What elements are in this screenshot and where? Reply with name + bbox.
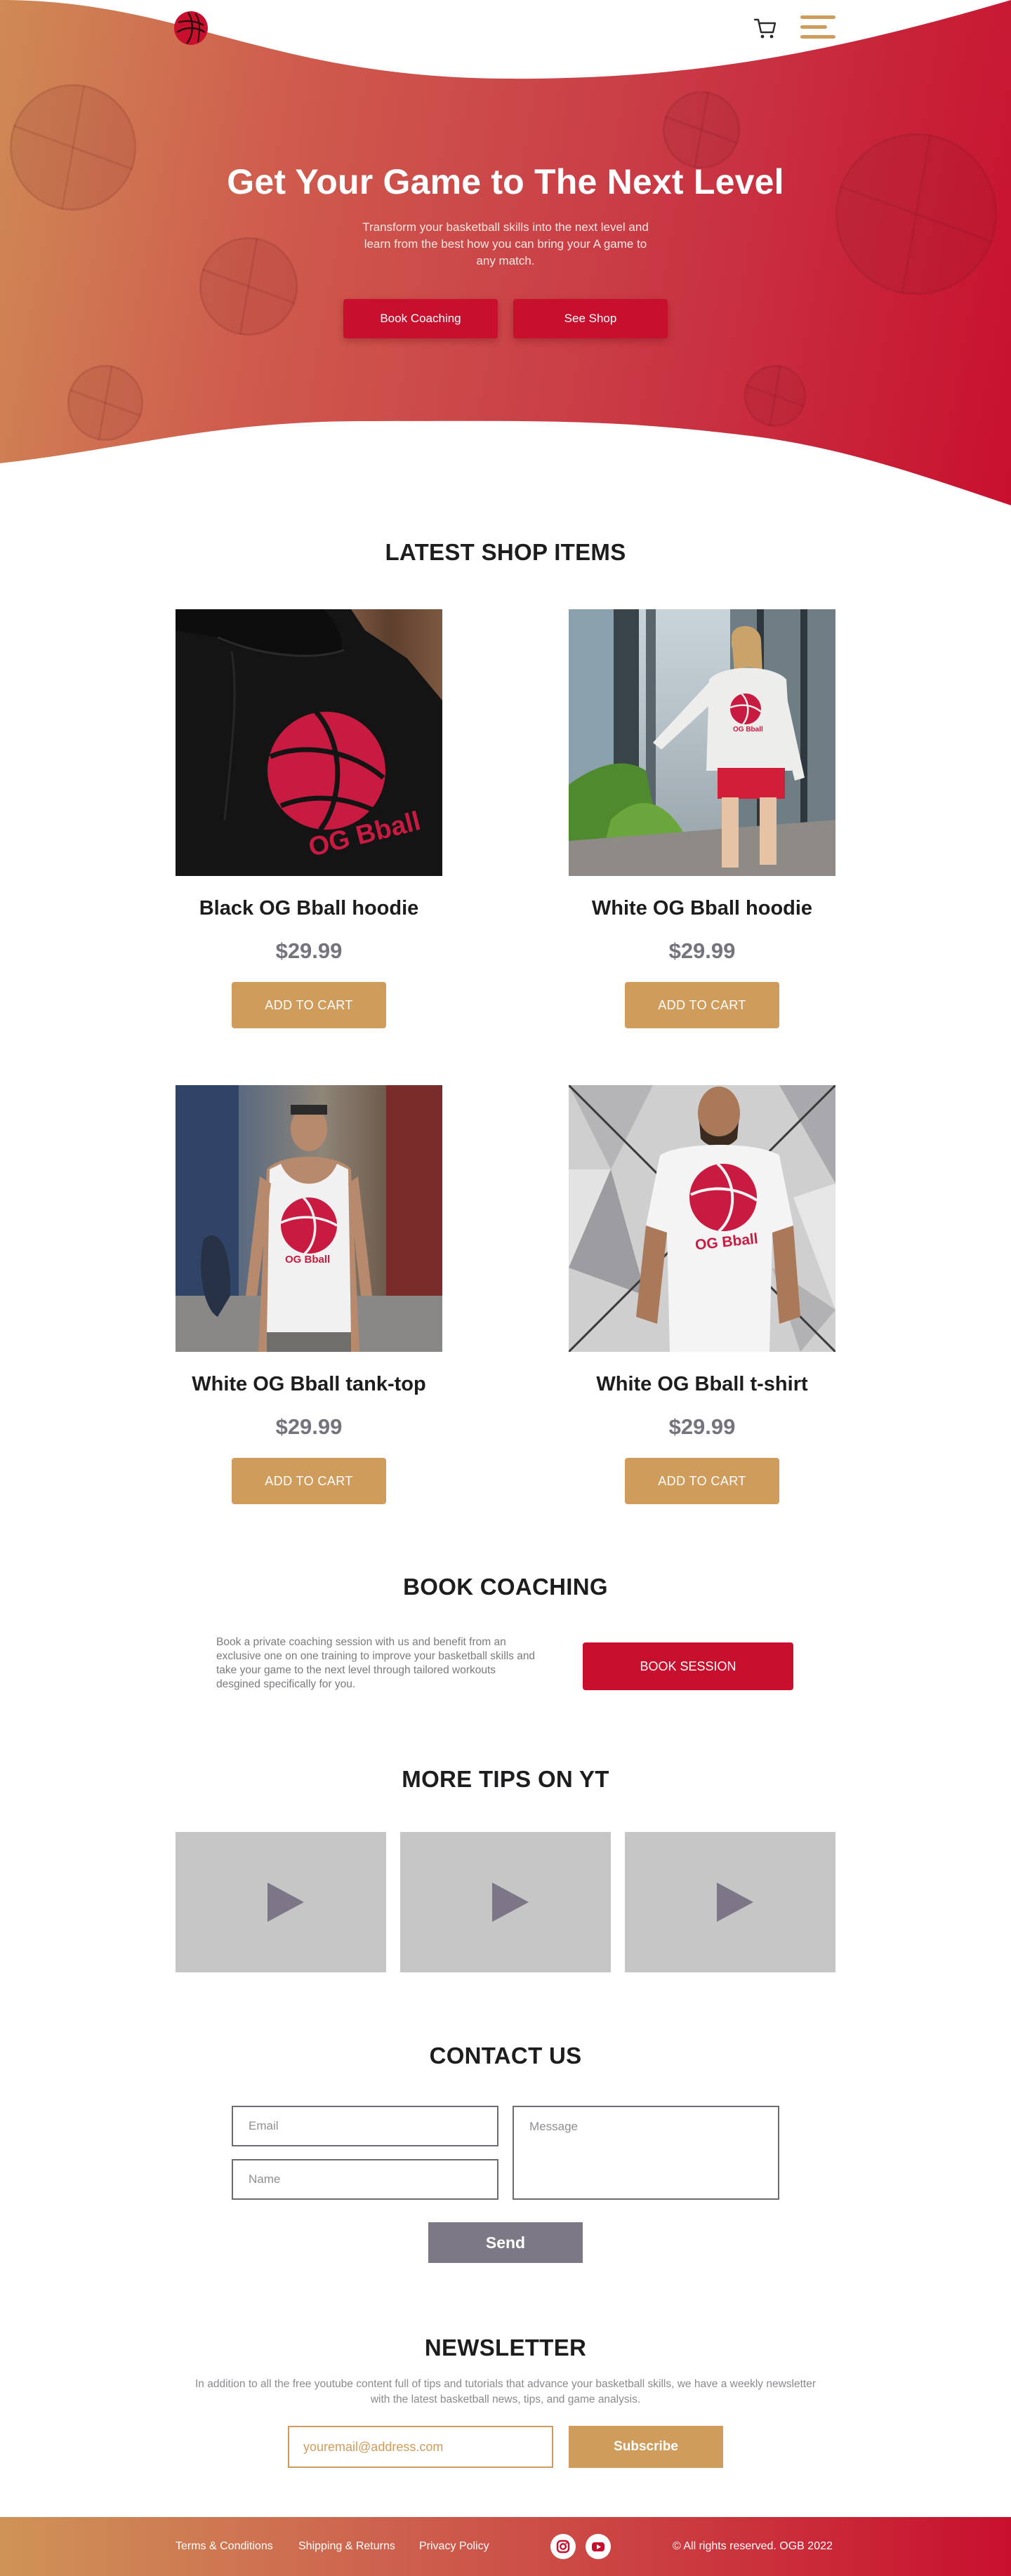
- video-thumbnail[interactable]: [176, 1832, 386, 1972]
- shop-section-title: LATEST SHOP ITEMS: [385, 539, 626, 565]
- book-coaching-button[interactable]: Book Coaching: [343, 299, 498, 338]
- copyright-text: © All rights reserved. OGB 2022: [673, 2540, 833, 2552]
- add-to-cart-button[interactable]: ADD TO CART: [625, 1458, 779, 1504]
- email-field[interactable]: [232, 2106, 498, 2146]
- send-button[interactable]: Send: [428, 2222, 583, 2263]
- play-icon[interactable]: [492, 1883, 529, 1922]
- video-thumbnail[interactable]: [400, 1832, 611, 1972]
- see-shop-button[interactable]: See Shop: [513, 299, 668, 338]
- product-image[interactable]: OG Bball: [176, 609, 442, 876]
- product-print-text: OG Bball: [285, 1254, 331, 1266]
- product-card: OG Bball Black OG Bball hoodie $29.99 AD…: [176, 609, 442, 1028]
- product-name: Black OG Bball hoodie: [199, 897, 419, 919]
- videos-section-title: MORE TIPS ON YT: [402, 1766, 609, 1792]
- hero-subtitle: Transform your basketball skills into th…: [362, 220, 649, 267]
- footer-link-terms[interactable]: Terms & Conditions: [176, 2540, 273, 2553]
- product-print-text: OG Bball: [733, 726, 763, 733]
- product-image[interactable]: OG Bball: [569, 609, 835, 876]
- name-field[interactable]: [232, 2159, 498, 2200]
- hero-title: Get Your Game to The Next Level: [227, 162, 784, 201]
- page: Get Your Game to The Next Level Transfor…: [0, 0, 1011, 2576]
- footer-link-privacy[interactable]: Privacy Policy: [419, 2540, 489, 2553]
- coaching-section-title: BOOK COACHING: [403, 1574, 608, 1600]
- add-to-cart-button[interactable]: ADD TO CART: [625, 982, 779, 1028]
- hero-button-group: Book Coaching See Shop: [0, 299, 1011, 338]
- hamburger-menu-icon[interactable]: [800, 14, 835, 39]
- product-image[interactable]: OG Bball: [176, 1085, 442, 1352]
- product-card: OG Bball White OG Bball t-shirt $29.99 A…: [569, 1085, 835, 1504]
- youtube-icon[interactable]: [586, 2534, 611, 2559]
- newsletter-description: In addition to all the free youtube cont…: [194, 2378, 816, 2405]
- hero-content: Get Your Game to The Next Level Transfor…: [0, 161, 1011, 338]
- coaching-description: Book a private coaching session with us …: [216, 1636, 536, 1690]
- message-field[interactable]: [513, 2106, 779, 2200]
- instagram-icon[interactable]: [550, 2534, 576, 2559]
- book-session-button[interactable]: BOOK SESSION: [583, 1642, 793, 1690]
- add-to-cart-button[interactable]: ADD TO CART: [232, 1458, 386, 1504]
- footer-link-shipping[interactable]: Shipping & Returns: [298, 2540, 395, 2553]
- play-icon[interactable]: [717, 1883, 753, 1922]
- newsletter-email-input[interactable]: [288, 2426, 553, 2468]
- footer: Terms & Conditions Shipping & Returns Pr…: [0, 2517, 1011, 2576]
- contact-section-title: CONTACT US: [429, 2043, 582, 2069]
- product-name: White OG Bball tank-top: [192, 1373, 426, 1395]
- play-icon[interactable]: [267, 1883, 304, 1922]
- top-navigation: [0, 0, 1011, 56]
- shopping-cart-icon[interactable]: [753, 15, 778, 41]
- hero-section: Get Your Game to The Next Level Transfor…: [0, 0, 1011, 505]
- newsletter-section-title: NEWSLETTER: [424, 2335, 587, 2361]
- basketball-logo-icon[interactable]: [174, 11, 208, 45]
- product-price: $29.99: [668, 938, 736, 963]
- product-name: White OG Bball t-shirt: [596, 1373, 808, 1395]
- product-image[interactable]: OG Bball: [569, 1085, 835, 1352]
- add-to-cart-button[interactable]: ADD TO CART: [232, 982, 386, 1028]
- product-name: White OG Bball hoodie: [591, 897, 813, 919]
- subscribe-button[interactable]: Subscribe: [569, 2426, 723, 2468]
- product-card: OG Bball White OG Bball hoodie $29.99 AD…: [569, 609, 835, 1028]
- product-price: $29.99: [275, 938, 343, 963]
- product-price: $29.99: [668, 1414, 736, 1439]
- video-thumbnail[interactable]: [625, 1832, 835, 1972]
- product-price: $29.99: [275, 1414, 343, 1439]
- product-card: OG Bball White OG Bball tank-top $29.99 …: [176, 1085, 442, 1504]
